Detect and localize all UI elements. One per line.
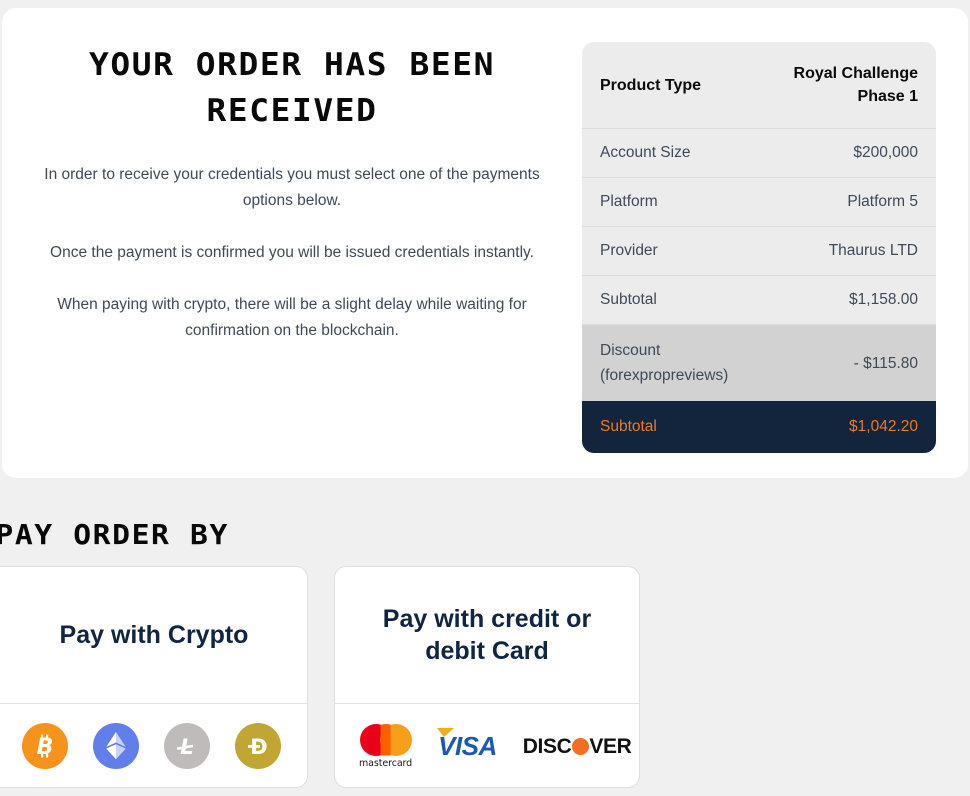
order-summary-column: Product Type Royal Challenge Phase 1 Acc…: [582, 8, 968, 478]
payment-option-crypto-title: Pay with Crypto: [59, 621, 249, 649]
total-label: Subtotal: [600, 418, 657, 435]
crypto-logo-strip: B L: [0, 703, 307, 787]
payment-option-card-title: Pay with credit or debit Card: [382, 605, 592, 665]
order-message-column: YOUR ORDER HAS BEEN RECEIVED In order to…: [2, 8, 582, 478]
summary-header-row: Product Type Royal Challenge Phase 1: [582, 42, 936, 129]
summary-header-label: Product Type: [600, 76, 702, 94]
litecoin-icon: L: [164, 723, 210, 769]
mastercard-wordmark: mastercard: [359, 757, 413, 769]
payment-option-crypto[interactable]: Pay with Crypto B D: [0, 566, 308, 788]
page-title: YOUR ORDER HAS BEEN RECEIVED: [88, 47, 496, 129]
discount-label: Discount (forexpropreviews): [600, 342, 729, 384]
row-value: $200,000: [853, 144, 918, 161]
row-value: $1,158.00: [849, 291, 918, 308]
instruction-paragraph: In order to receive your credentials you…: [44, 166, 540, 209]
discover-icon: DISC VER: [523, 736, 632, 757]
instruction-paragraph: Once the payment is confirmed you will b…: [50, 244, 534, 261]
table-row: Subtotal $1,158.00: [582, 276, 936, 325]
payment-option-card[interactable]: Pay with credit or debit Card mastercard…: [334, 566, 640, 788]
order-received-card: YOUR ORDER HAS BEEN RECEIVED In order to…: [2, 8, 968, 478]
instruction-paragraph: When paying with crypto, there will be a…: [57, 296, 527, 339]
bitcoin-icon: B: [22, 723, 68, 769]
dogecoin-icon: D: [235, 723, 281, 769]
discover-wordmark-pre: DISC: [522, 734, 572, 758]
row-label: Provider: [600, 242, 658, 259]
discover-dot: [571, 737, 589, 755]
mastercard-circles: [359, 723, 412, 756]
order-summary-table: Product Type Royal Challenge Phase 1 Acc…: [582, 42, 936, 453]
discount-value: - $115.80: [853, 354, 918, 372]
row-value: Thaurus LTD: [828, 242, 918, 259]
svg-text:B: B: [37, 735, 54, 760]
row-label: Account Size: [600, 144, 691, 161]
table-row: Platform Platform 5: [582, 178, 936, 227]
row-label: Platform: [600, 193, 658, 210]
total-value: $1,042.20: [849, 418, 918, 435]
summary-header-value: Royal Challenge Phase 1: [793, 65, 918, 105]
ethereum-icon: [93, 723, 139, 769]
row-label: Subtotal: [600, 291, 657, 308]
discount-row: Discount (forexpropreviews) - $115.80: [582, 325, 936, 401]
table-row: Provider Thaurus LTD: [582, 227, 936, 276]
row-value: Platform 5: [847, 193, 918, 210]
card-logo-strip: mastercard VISA DISC VER: [335, 703, 639, 787]
mastercard-icon: mastercard: [359, 723, 413, 769]
discover-wordmark-post: VER: [589, 734, 632, 758]
order-instructions: In order to receive your credentials you…: [20, 162, 564, 344]
checkout-confirmation-page: YOUR ORDER HAS BEEN RECEIVED In order to…: [0, 0, 970, 796]
pay-order-by-heading: PAY ORDER BY: [0, 518, 229, 551]
visa-icon: VISA: [438, 731, 497, 761]
table-row: Account Size $200,000: [582, 129, 936, 178]
total-row: Subtotal $1,042.20: [582, 401, 936, 453]
